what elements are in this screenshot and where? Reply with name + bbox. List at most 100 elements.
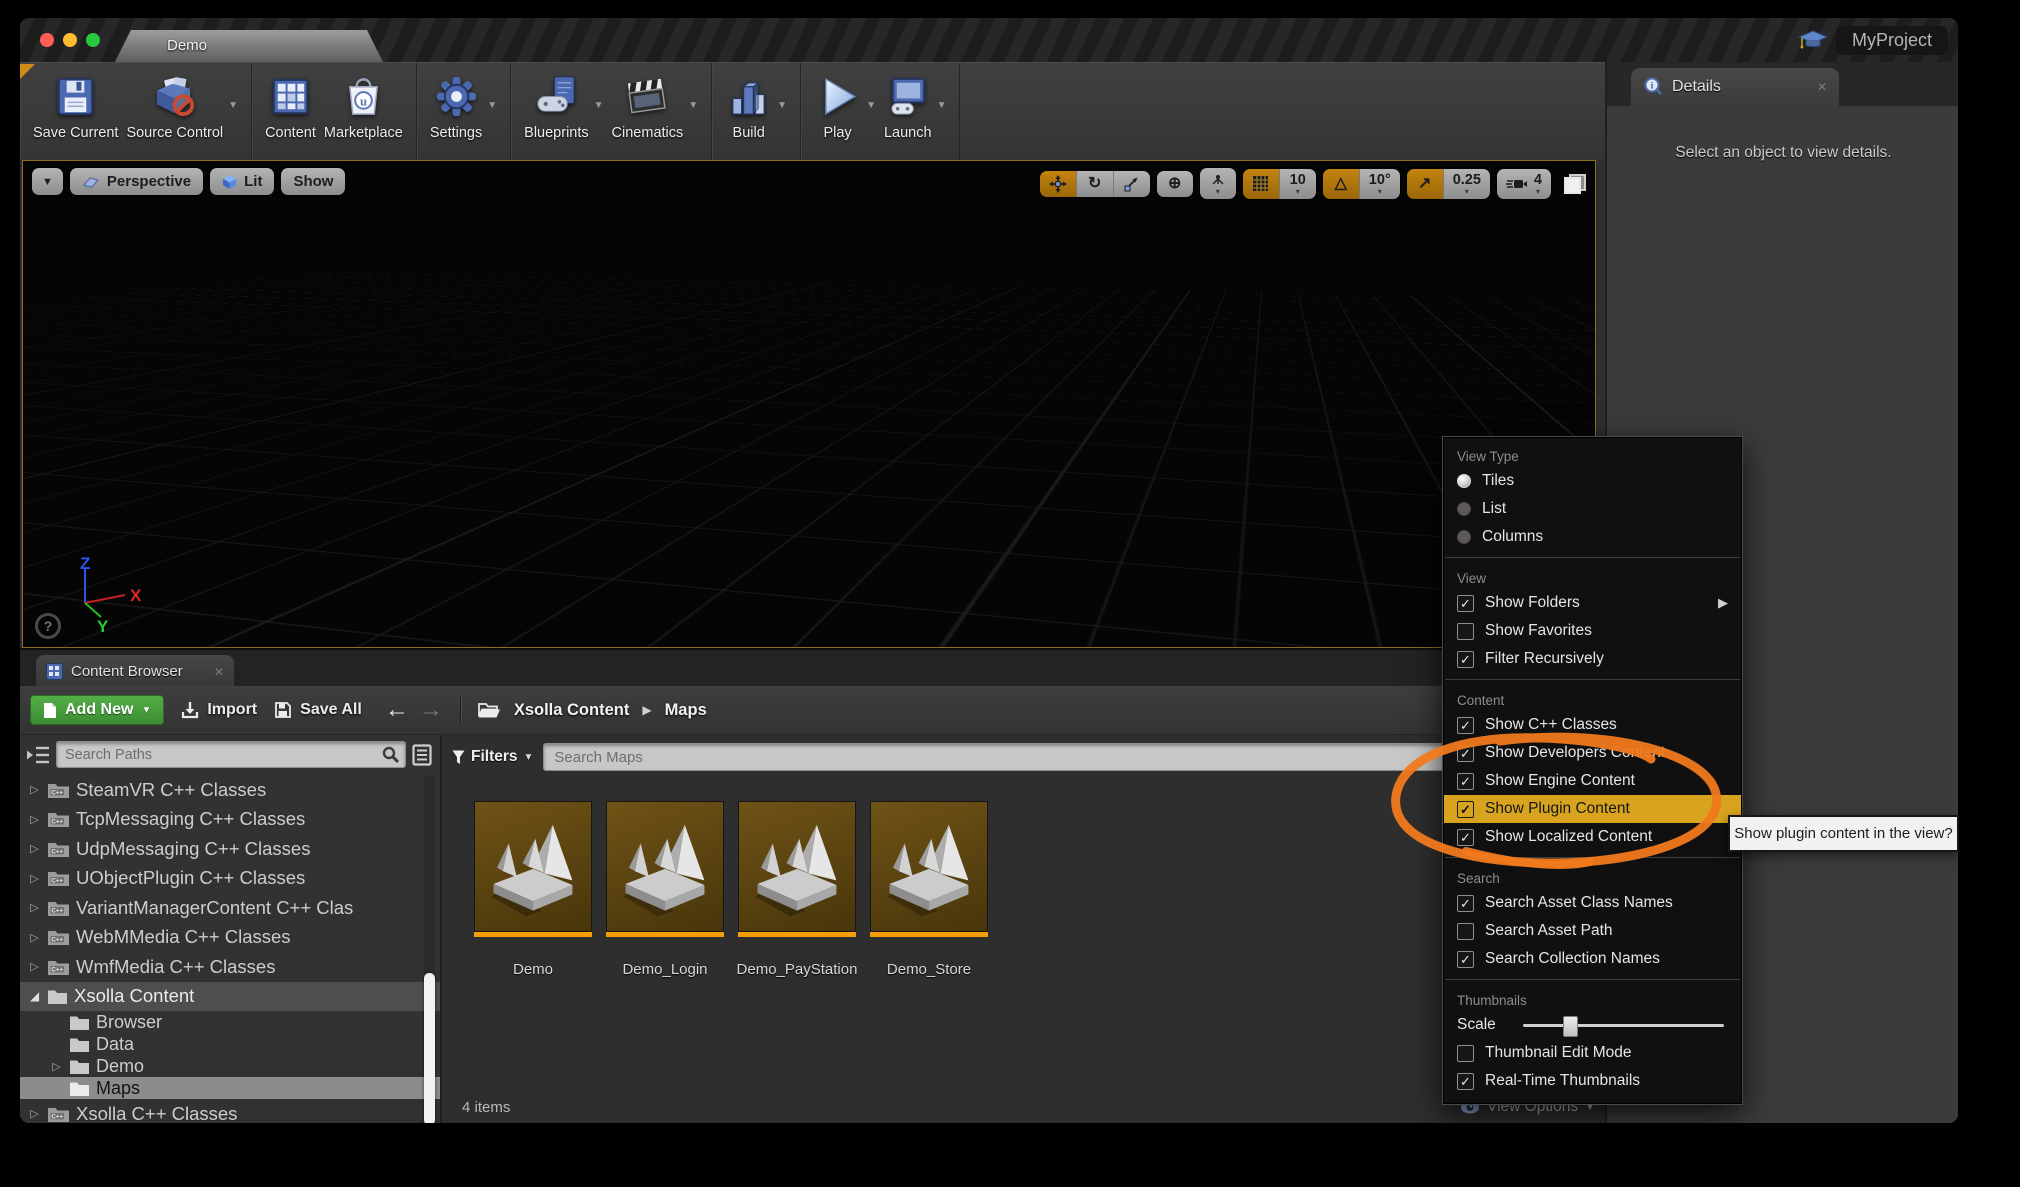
surface-snap-button[interactable]: ▾	[1200, 168, 1236, 199]
camera-speed-button[interactable]: 4▾	[1497, 169, 1551, 199]
expand-arrow-icon[interactable]: ▷	[28, 931, 41, 944]
tab-content-browser[interactable]: Content Browser ✕	[36, 655, 234, 688]
menu-item-search-asset-class-names[interactable]: ✓Search Asset Class Names	[1444, 889, 1741, 917]
rotate-tool-button[interactable]: ↻	[1077, 171, 1114, 197]
help-icon[interactable]: ?	[35, 613, 61, 639]
tree-item-variantmanagercontent-c-clas[interactable]: ▷C++VariantManagerContent C++ Clas	[20, 893, 440, 923]
world-local-toggle[interactable]: ⊕	[1157, 171, 1193, 197]
import-button[interactable]: Import	[181, 701, 257, 719]
chevron-down-icon[interactable]: ▼	[937, 100, 947, 111]
tree-item-maps[interactable]: Maps	[20, 1077, 440, 1099]
menu-item-filter-recursively[interactable]: ✓Filter Recursively	[1444, 645, 1741, 673]
tree-item-webmmedia-c-classes[interactable]: ▷C++WebMMedia C++ Classes	[20, 923, 440, 953]
show-flags-button[interactable]: Show	[281, 168, 345, 195]
rotation-snap-toggle[interactable]: △	[1323, 169, 1360, 199]
expand-arrow-icon[interactable]: ▷	[28, 842, 41, 855]
thumbnail-scale-slider[interactable]	[1523, 1024, 1724, 1027]
tree-item-steamvr-c-classes[interactable]: ▷C++SteamVR C++ Classes	[20, 775, 440, 805]
asset-tile-demo[interactable]: Demo	[474, 801, 592, 978]
toolbar-button-cinematics[interactable]: Cinematics▼	[612, 63, 699, 141]
toolbar-button-blueprints[interactable]: Blueprints▼	[524, 63, 603, 141]
tree-item-demo[interactable]: ▷Demo	[20, 1055, 440, 1077]
menu-item-show-folders[interactable]: ✓Show Folders▶	[1444, 589, 1741, 617]
grid-snap-toggle[interactable]	[1243, 169, 1280, 199]
chevron-down-icon[interactable]: ▼	[866, 100, 876, 111]
breadcrumb-current[interactable]: Maps	[665, 701, 707, 720]
menu-item-columns[interactable]: Columns	[1444, 523, 1741, 551]
toolbar-button-content[interactable]: Content	[265, 63, 316, 141]
tree-scrollbar-thumb[interactable]	[424, 973, 435, 1123]
viewport-options-dropdown[interactable]: ▼	[32, 168, 63, 195]
viewport[interactable]: ▼ Perspective Lit	[22, 160, 1596, 648]
tree-item-data[interactable]: Data	[20, 1033, 440, 1055]
asset-tile-demo_login[interactable]: Demo_Login	[606, 801, 724, 978]
menu-item-show-favorites[interactable]: Show Favorites	[1444, 617, 1741, 645]
menu-item-thumbnail-edit-mode[interactable]: Thumbnail Edit Mode	[1444, 1039, 1741, 1067]
menu-item-real-time-thumbnails[interactable]: ✓Real-Time Thumbnails	[1444, 1067, 1741, 1095]
perspective-button[interactable]: Perspective	[70, 168, 203, 195]
chevron-down-icon[interactable]: ▼	[228, 100, 238, 111]
toolbar-button-save-current[interactable]: Save Current	[33, 63, 118, 141]
minimize-window-button[interactable]	[63, 33, 77, 47]
search-paths-input[interactable]	[63, 746, 376, 764]
expand-arrow-icon[interactable]: ▷	[28, 901, 41, 914]
tree-item-xsolla-c-classes[interactable]: ▷C++Xsolla C++ Classes	[20, 1099, 440, 1123]
chevron-down-icon[interactable]: ▼	[487, 100, 497, 111]
collapse-sources-icon[interactable]	[26, 745, 50, 765]
expand-arrow-icon[interactable]: ▷	[50, 1060, 63, 1073]
collapse-arrow-icon[interactable]: ◢	[28, 989, 41, 1003]
add-new-button[interactable]: Add New ▼	[30, 695, 164, 725]
menu-item-show-engine-content[interactable]: ✓Show Engine Content	[1444, 767, 1741, 795]
expand-arrow-icon[interactable]: ▷	[28, 872, 41, 885]
scale-snap-toggle[interactable]: ↗	[1407, 169, 1444, 199]
asset-tile-demo_paystation[interactable]: Demo_PayStation	[738, 801, 856, 978]
search-assets-input[interactable]	[552, 748, 1582, 767]
scale-snap-value[interactable]: 0.25▾	[1444, 169, 1490, 199]
save-all-button[interactable]: Save All	[274, 701, 362, 719]
expand-arrow-icon[interactable]: ▷	[28, 813, 41, 826]
tree-item-uobjectplugin-c-classes[interactable]: ▷C++UObjectPlugin C++ Classes	[20, 864, 440, 894]
maximize-window-button[interactable]	[86, 33, 100, 47]
menu-item-search-collection-names[interactable]: ✓Search Collection Names	[1444, 945, 1741, 973]
navigate-forward-button[interactable]: →	[419, 700, 443, 720]
toolbar-button-source-control[interactable]: Source Control▼	[126, 63, 238, 141]
menu-item-show-developers-content[interactable]: ✓Show Developers Content	[1444, 739, 1741, 767]
menu-item-show-localized-content[interactable]: ✓Show Localized Content	[1444, 823, 1741, 851]
tree-item-wmfmedia-c-classes[interactable]: ▷C++WmfMedia C++ Classes	[20, 952, 440, 982]
lit-mode-button[interactable]: Lit	[210, 168, 274, 195]
tree-item-xsolla-content[interactable]: ◢Xsolla Content	[20, 982, 440, 1012]
toolbar-button-launch[interactable]: Launch▼	[884, 63, 946, 141]
expand-arrow-icon[interactable]: ▷	[28, 960, 41, 973]
close-window-button[interactable]	[40, 33, 54, 47]
menu-item-show-plugin-content[interactable]: ✓Show Plugin Content	[1444, 795, 1741, 823]
close-icon[interactable]: ✕	[1817, 80, 1827, 94]
filters-button[interactable]: Filters ▼	[452, 748, 533, 766]
expand-arrow-icon[interactable]: ▷	[28, 783, 41, 796]
tree-item-udpmessaging-c-classes[interactable]: ▷C++UdpMessaging C++ Classes	[20, 834, 440, 864]
menu-item-tiles[interactable]: Tiles	[1444, 467, 1741, 495]
toolbar-button-play[interactable]: Play▼	[814, 63, 876, 141]
menu-item-show-c-classes[interactable]: ✓Show C++ Classes	[1444, 711, 1741, 739]
toolbar-button-build[interactable]: Build▼	[725, 63, 787, 141]
close-icon[interactable]: ✕	[214, 665, 224, 679]
level-tab[interactable]: Demo	[115, 30, 383, 62]
toolbar-button-settings[interactable]: Settings▼	[430, 63, 497, 141]
menu-item-scale[interactable]: Scale	[1444, 1011, 1741, 1039]
navigate-back-button[interactable]: ←	[385, 700, 409, 720]
chevron-down-icon[interactable]: ▼	[777, 100, 787, 111]
slider-thumb[interactable]	[1563, 1016, 1578, 1037]
menu-item-list[interactable]: List	[1444, 495, 1741, 523]
move-tool-button[interactable]	[1040, 171, 1077, 197]
grid-snap-value[interactable]: 10▾	[1280, 169, 1316, 199]
tree-item-tcpmessaging-c-classes[interactable]: ▷C++TcpMessaging C++ Classes	[20, 805, 440, 835]
tab-details[interactable]: i Details ✕	[1631, 68, 1839, 106]
chevron-down-icon[interactable]: ▼	[688, 100, 698, 111]
breadcrumb-root[interactable]: Xsolla Content	[514, 701, 630, 720]
tree-item-browser[interactable]: Browser	[20, 1011, 440, 1033]
rotation-snap-value[interactable]: 10°▾	[1360, 169, 1400, 199]
asset-tile-demo_store[interactable]: Demo_Store	[870, 801, 988, 978]
toolbar-button-marketplace[interactable]: uMarketplace	[324, 63, 403, 141]
scale-tool-button[interactable]	[1114, 171, 1150, 197]
menu-item-search-asset-path[interactable]: Search Asset Path	[1444, 917, 1741, 945]
view-settings-icon[interactable]	[412, 744, 432, 766]
